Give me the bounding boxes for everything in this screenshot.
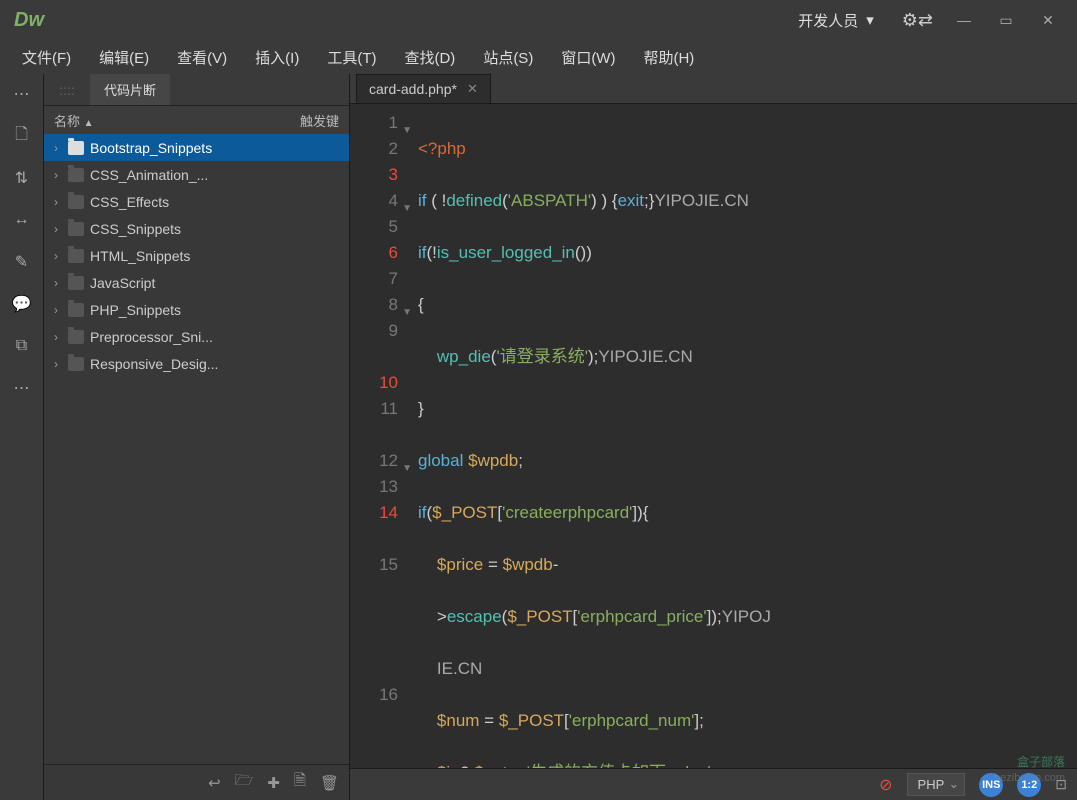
snippet-label: Bootstrap_Snippets [90,140,212,156]
snippet-folder[interactable]: › JavaScript [44,269,349,296]
error-indicator-icon[interactable]: ⊘ [879,775,892,795]
col-trigger: 触发键 [300,111,339,130]
more-icon[interactable]: ⋯ [10,376,34,400]
snippet-label: Preprocessor_Sni... [90,329,213,345]
ins-badge[interactable]: INS [979,773,1003,797]
edit-icon[interactable]: 🗎 [294,770,306,795]
app-logo: Dw [14,9,44,32]
snippet-label: JavaScript [90,275,155,291]
folder-icon [68,141,84,155]
snippet-label: Responsive_Desig... [90,356,218,372]
minimize-button[interactable]: — [943,6,985,34]
snippet-folder[interactable]: › CSS_Effects [44,188,349,215]
snippet-folder[interactable]: › HTML_Snippets [44,242,349,269]
panel-drag-handle[interactable]: :::: [44,74,90,105]
menu-item[interactable]: 查找(D) [390,41,469,74]
handle-icon[interactable]: ⋯ [10,82,34,106]
folder-icon [68,330,84,344]
statusbar: ⊘ PHP INS 1:2 ⊡ [350,768,1077,800]
chevron-right-icon: › [50,195,62,209]
code-editor[interactable]: <?php if ( !defined('ABSPATH') ) {exit;}… [408,104,1077,768]
menubar: 文件(F)编辑(E)查看(V)插入(I)工具(T)查找(D)站点(S)窗口(W)… [0,40,1077,74]
file-tab[interactable]: card-add.php* ✕ [356,74,491,103]
arrows-icon[interactable]: ↔ [10,208,34,232]
folder-icon [68,249,84,263]
workspace-label: 开发人员 [798,10,858,31]
snippet-folder[interactable]: › PHP_Snippets [44,296,349,323]
menu-item[interactable]: 帮助(H) [629,41,708,74]
comment-icon[interactable]: 💬 [10,292,34,316]
chevron-right-icon: › [50,303,62,317]
folder-icon [68,222,84,236]
snippet-label: CSS_Animation_... [90,167,208,183]
new-snippet-icon[interactable]: ✚ [267,774,280,792]
wand-icon[interactable]: ✎ [10,250,34,274]
menu-item[interactable]: 查看(V) [163,41,241,74]
menu-item[interactable]: 工具(T) [313,41,390,74]
git-icon[interactable]: ⇅ [10,166,34,190]
chevron-right-icon: › [50,330,62,344]
maximize-button[interactable]: ▭ [985,6,1027,34]
menu-item[interactable]: 窗口(W) [547,41,629,74]
workspace-dropdown[interactable]: 开发人员 ▾ [780,6,892,35]
file-tab-label: card-add.php* [369,81,457,97]
panel-tab-snippets[interactable]: 代码片断 [90,74,170,105]
sync-settings-icon[interactable]: ⚙⇄ [902,10,933,31]
line-gutter: 1▼234▼5678▼9101112▼13141516 [350,104,408,768]
preview-icon[interactable]: ⧉ [10,334,34,358]
chevron-right-icon: › [50,357,62,371]
delete-icon[interactable]: 🗑 [320,774,339,792]
menu-item[interactable]: 站点(S) [469,41,547,74]
snippet-folder[interactable]: › Bootstrap_Snippets [44,134,349,161]
chevron-right-icon: › [50,141,62,155]
file-icon[interactable]: 🗋 [10,124,34,148]
snippet-folder[interactable]: › CSS_Snippets [44,215,349,242]
folder-icon [68,168,84,182]
snippet-label: CSS_Effects [90,194,169,210]
close-button[interactable]: ✕ [1027,6,1069,34]
undo-icon[interactable]: ↩ [208,774,221,792]
folder-icon [68,357,84,371]
chevron-down-icon: ▾ [866,11,874,29]
overflow-icon[interactable]: ⊡ [1055,776,1067,793]
left-toolbar: ⋯ 🗋 ⇅ ↔ ✎ 💬 ⧉ ⋯ [0,74,44,800]
open-folder-icon[interactable]: 🗁 [235,770,254,795]
chevron-right-icon: › [50,168,62,182]
folder-icon [68,276,84,290]
snippet-folder[interactable]: › Preprocessor_Sni... [44,323,349,350]
snippet-label: PHP_Snippets [90,302,181,318]
cursor-pos-badge[interactable]: 1:2 [1017,773,1041,797]
menu-item[interactable]: 文件(F) [8,41,85,74]
snippet-label: HTML_Snippets [90,248,190,264]
snippet-folder[interactable]: › Responsive_Desig... [44,350,349,377]
snippet-label: CSS_Snippets [90,221,181,237]
menu-item[interactable]: 插入(I) [241,41,313,74]
snippets-panel: :::: 代码片断 名称 ▲ 触发键 ›Bootstrap_Snippets›C… [44,74,350,800]
chevron-right-icon: › [50,249,62,263]
language-dropdown[interactable]: PHP [907,773,966,796]
menu-item[interactable]: 编辑(E) [85,41,163,74]
col-name: 名称 ▲ [54,111,300,130]
tab-close-icon[interactable]: ✕ [467,81,478,97]
folder-icon [68,195,84,209]
folder-icon [68,303,84,317]
chevron-right-icon: › [50,222,62,236]
snippet-folder[interactable]: › CSS_Animation_... [44,161,349,188]
chevron-right-icon: › [50,276,62,290]
